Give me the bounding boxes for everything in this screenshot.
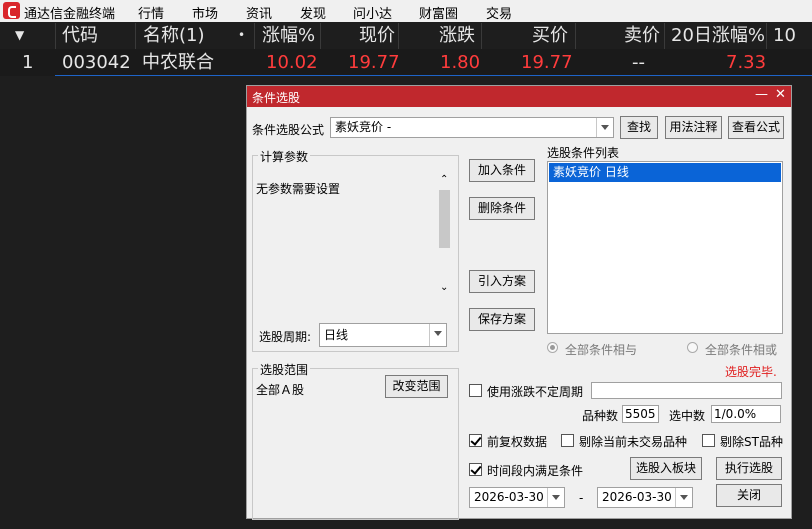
time-range-label: 时间段内满足条件	[487, 464, 584, 478]
range-group-title: 选股范围	[258, 361, 311, 378]
find-button[interactable]: 查找	[620, 116, 658, 139]
chevron-down-icon[interactable]	[596, 118, 613, 137]
app-logo-icon	[3, 2, 20, 19]
date-from-picker[interactable]: 2026-03-30	[469, 487, 565, 508]
menu-bar: 通达信金融终端 行情 市场 资讯 发现 问小达 财富圈 交易	[0, 0, 812, 22]
params-text: 无参数需要设置	[256, 182, 341, 196]
col-header-change-10d[interactable]: 10日	[773, 22, 812, 73]
col-header-dot[interactable]: •	[238, 22, 245, 49]
chevron-down-icon[interactable]	[547, 488, 564, 507]
close-button[interactable]: 关闭	[716, 484, 782, 507]
radio-or-label: 全部条件相或	[705, 343, 778, 357]
run-screening-button[interactable]: 执行选股	[716, 457, 782, 480]
menu-item-quotes[interactable]: 行情	[138, 3, 164, 22]
save-plan-button[interactable]: 保存方案	[469, 308, 535, 331]
minimize-icon[interactable]: —	[755, 87, 768, 102]
range-value: 全部Ａ股	[256, 383, 305, 397]
chevron-down-icon[interactable]	[429, 324, 446, 346]
formula-label: 条件选股公式	[252, 123, 325, 137]
list-item[interactable]: 素妖竞价 日线	[549, 163, 781, 182]
close-icon[interactable]: ✕	[775, 87, 786, 102]
exclude-untraded-label: 剔除当前未交易品种	[579, 435, 688, 449]
count-value: 5505	[622, 405, 659, 423]
sort-arrow-icon[interactable]: ▼	[15, 22, 24, 49]
range-group: 选股范围 全部Ａ股 改变范围	[252, 361, 459, 520]
scroll-down-icon[interactable]: ⌄	[440, 282, 448, 293]
menu-item-news[interactable]: 资讯	[246, 3, 272, 22]
chevron-down-icon[interactable]	[675, 488, 692, 507]
formula-combo-value: 素妖竞价 -	[335, 120, 392, 134]
to-block-button[interactable]: 选股入板块	[630, 457, 702, 480]
period-label: 选股周期:	[259, 330, 312, 344]
status-text: 选股完毕.	[725, 365, 777, 379]
params-group-title: 计算参数	[258, 148, 311, 165]
menu-item-market[interactable]: 市场	[192, 3, 218, 22]
date-to-picker[interactable]: 2026-03-30	[597, 487, 693, 508]
col-header-change-pct[interactable]: 涨幅%	[262, 22, 315, 49]
date-separator: -	[579, 491, 584, 505]
pre-adjust-checkbox[interactable]	[469, 434, 482, 447]
exclude-st-label: 剔除ST品种	[720, 435, 783, 449]
time-range-checkbox[interactable]	[469, 463, 482, 476]
grid-header: ▼ 代码 名称(1) • 涨幅% 现价 涨跌 买价 卖价 20日涨幅% 10日	[0, 22, 812, 73]
dialog-title: 条件选股	[252, 91, 301, 105]
period-select[interactable]: 日线	[319, 323, 447, 347]
radio-or[interactable]	[687, 342, 698, 353]
scroll-thumb[interactable]	[439, 190, 450, 248]
row-selection-underline	[55, 49, 812, 76]
import-plan-button[interactable]: 引入方案	[469, 270, 535, 293]
dialog-titlebar[interactable]: 条件选股 — ✕	[247, 86, 791, 107]
view-formula-button[interactable]: 查看公式	[728, 116, 784, 139]
selected-label: 选中数	[669, 409, 706, 423]
col-header-name[interactable]: 名称(1)	[143, 22, 205, 49]
menu-item-trade[interactable]: 交易	[486, 3, 512, 22]
condition-list[interactable]: 素妖竞价 日线	[547, 161, 783, 334]
use-period-checkbox[interactable]	[469, 384, 482, 397]
formula-combo[interactable]: 素妖竞价 -	[330, 117, 614, 138]
change-range-button[interactable]: 改变范围	[385, 375, 448, 398]
period-select-value: 日线	[324, 328, 349, 342]
pre-adjust-label: 前复权数据	[487, 435, 548, 449]
use-period-label: 使用涨跌不定周期	[487, 385, 584, 399]
radio-and-label: 全部条件相与	[565, 343, 638, 357]
usage-notes-button[interactable]: 用法注释	[665, 116, 722, 139]
count-label: 品种数	[582, 409, 619, 423]
exclude-st-checkbox[interactable]	[702, 434, 715, 447]
stock-screener-dialog: 条件选股 — ✕ 条件选股公式 素妖竞价 - 查找 用法注释 查看公式 计算参数…	[246, 85, 792, 520]
col-header-bid[interactable]: 买价	[532, 22, 568, 49]
radio-and[interactable]	[547, 342, 558, 353]
date-from-value: 2026-03-30	[474, 490, 544, 504]
condition-list-label: 选股条件列表	[547, 146, 620, 160]
app-title: 通达信金融终端	[24, 7, 116, 22]
date-to-value: 2026-03-30	[602, 490, 672, 504]
delete-condition-button[interactable]: 删除条件	[469, 197, 535, 220]
exclude-untraded-checkbox[interactable]	[561, 434, 574, 447]
col-header-ask[interactable]: 卖价	[624, 22, 660, 49]
menu-item-wealth[interactable]: 财富圈	[419, 3, 458, 22]
params-group: 计算参数 无参数需要设置 ⌃ ⌄ 选股周期: 日线	[252, 148, 459, 352]
col-header-change-20d[interactable]: 20日涨幅%	[671, 22, 765, 49]
menu-item-ask[interactable]: 问小达	[353, 3, 392, 22]
scroll-up-icon[interactable]: ⌃	[440, 174, 448, 185]
params-scrollbar[interactable]: ⌃ ⌄	[436, 174, 453, 298]
period-input[interactable]	[591, 382, 782, 399]
menu-item-discover[interactable]: 发现	[300, 3, 326, 22]
selected-value: 1/0.0%	[711, 405, 781, 423]
add-condition-button[interactable]: 加入条件	[469, 159, 535, 182]
col-header-price[interactable]: 现价	[359, 22, 395, 49]
col-header-change[interactable]: 涨跌	[439, 22, 475, 49]
row-index: 1	[22, 52, 34, 73]
col-header-code[interactable]: 代码	[62, 22, 98, 49]
